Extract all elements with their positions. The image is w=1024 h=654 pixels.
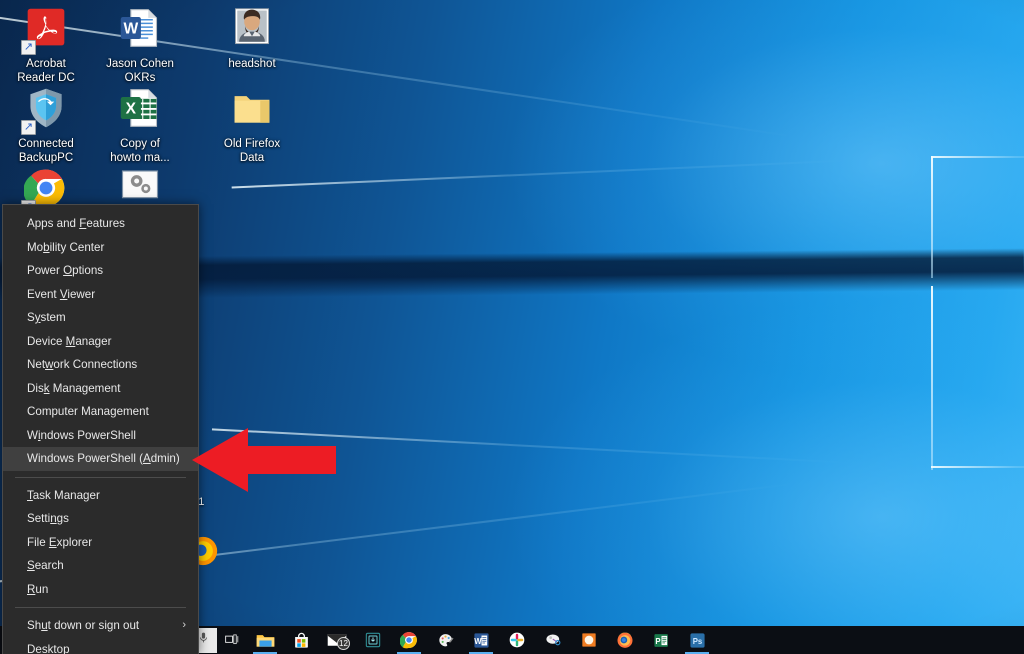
desktop-icon-grid: ↗ Acrobat Reader DC W Jason Cohen OKRs h…: [0, 0, 300, 215]
shortcut-overlay-icon: ↗: [21, 120, 36, 135]
winx-quick-link-menu[interactable]: Apps and Features Mobility Center Power …: [2, 204, 199, 654]
menu-item-network-connections[interactable]: Network Connections: [3, 353, 198, 377]
taskbar-file-explorer-icon[interactable]: [247, 626, 283, 654]
taskbar-mail-icon[interactable]: 12: [319, 626, 355, 654]
menu-item-settings[interactable]: Settings: [3, 507, 198, 531]
desktop-icon-label: headshot: [228, 58, 276, 70]
acrobat-reader-icon: ↗: [21, 6, 70, 55]
svg-text:W: W: [123, 21, 138, 38]
menu-item-power-options[interactable]: Power Options: [3, 259, 198, 283]
taskbar-word-icon[interactable]: W: [463, 626, 499, 654]
desktop-icon-label: Copy of howto ma...: [110, 138, 170, 164]
photo-thumbnail-icon: [228, 6, 276, 54]
svg-text:W: W: [474, 637, 482, 646]
taskbar-paint3d-icon[interactable]: [427, 626, 463, 654]
word-document-icon: W: [116, 6, 164, 54]
menu-item-search[interactable]: Search: [3, 554, 198, 578]
taskbar-photoshop-icon[interactable]: Ps: [679, 626, 715, 654]
menu-separator: [15, 476, 186, 478]
menu-item-event-viewer[interactable]: Event Viewer: [3, 283, 198, 307]
desktop-icon-label: Acrobat Reader DC: [17, 58, 75, 84]
menu-item-windows-powershell-admin[interactable]: Windows PowerShell (Admin): [3, 447, 198, 471]
shield-backup-icon: ↗: [21, 86, 70, 135]
desktop-icon-label: Jason Cohen OKRs: [106, 58, 174, 84]
taskbar-firefox-icon[interactable]: [607, 626, 643, 654]
menu-item-desktop[interactable]: Desktop: [3, 638, 198, 654]
svg-text:Ps: Ps: [692, 637, 702, 646]
menu-item-task-manager[interactable]: Task Manager: [3, 484, 198, 508]
svg-text:X: X: [126, 101, 137, 118]
desktop-icon-headshot[interactable]: headshot: [206, 6, 298, 72]
menu-item-apps-and-features[interactable]: Apps and Features: [3, 212, 198, 236]
taskbar-snagit-icon[interactable]: [535, 626, 571, 654]
taskbar-publisher-icon[interactable]: P: [643, 626, 679, 654]
task-view-button[interactable]: [217, 626, 247, 654]
mail-unread-badge: 12: [337, 637, 350, 650]
taskbar-vlc-icon[interactable]: [571, 626, 607, 654]
menu-item-disk-management[interactable]: Disk Management: [3, 377, 198, 401]
desktop-icon-label: Connected BackupPC: [18, 138, 74, 164]
red-arrow-annotation: [190, 424, 338, 496]
menu-item-device-manager[interactable]: Device Manager: [3, 330, 198, 354]
desktop-icon-jason-cohen-okrs[interactable]: W Jason Cohen OKRs: [94, 6, 186, 85]
taskbar-microsoft-store-icon[interactable]: [283, 626, 319, 654]
desktop-icon-copy-of-howto[interactable]: X Copy of howto ma...: [94, 86, 186, 165]
taskbar-slack-icon[interactable]: [499, 626, 535, 654]
menu-separator: [15, 607, 186, 608]
desktop-icon-label: Old Firefox Data: [223, 138, 281, 164]
menu-item-system[interactable]: System: [3, 306, 198, 330]
menu-item-computer-management[interactable]: Computer Management: [3, 400, 198, 424]
menu-item-shut-down-or-sign-out[interactable]: Shut down or sign out ›: [3, 614, 198, 638]
taskbar-chrome-icon[interactable]: [391, 626, 427, 654]
desktop-icon-connected-backuppc[interactable]: ↗ Connected BackupPC: [0, 86, 92, 165]
menu-item-mobility-center[interactable]: Mobility Center: [3, 236, 198, 260]
desktop-screen: 031 ox ↗ Acrobat Reader DC: [0, 0, 1024, 654]
desktop-icon-acrobat-reader-dc[interactable]: ↗ Acrobat Reader DC: [0, 6, 92, 85]
taskbar-remote-desktop-icon[interactable]: [355, 626, 391, 654]
svg-text:P: P: [655, 637, 660, 646]
menu-item-file-explorer[interactable]: File Explorer: [3, 531, 198, 555]
desktop-icon-old-firefox-data[interactable]: Old Firefox Data: [206, 86, 298, 165]
menu-item-windows-powershell[interactable]: Windows PowerShell: [3, 424, 198, 448]
folder-icon: [228, 86, 276, 134]
chevron-right-icon: ›: [182, 619, 186, 631]
menu-item-run[interactable]: Run: [3, 578, 198, 602]
shortcut-overlay-icon: ↗: [21, 40, 36, 55]
excel-spreadsheet-icon: X: [116, 86, 164, 134]
